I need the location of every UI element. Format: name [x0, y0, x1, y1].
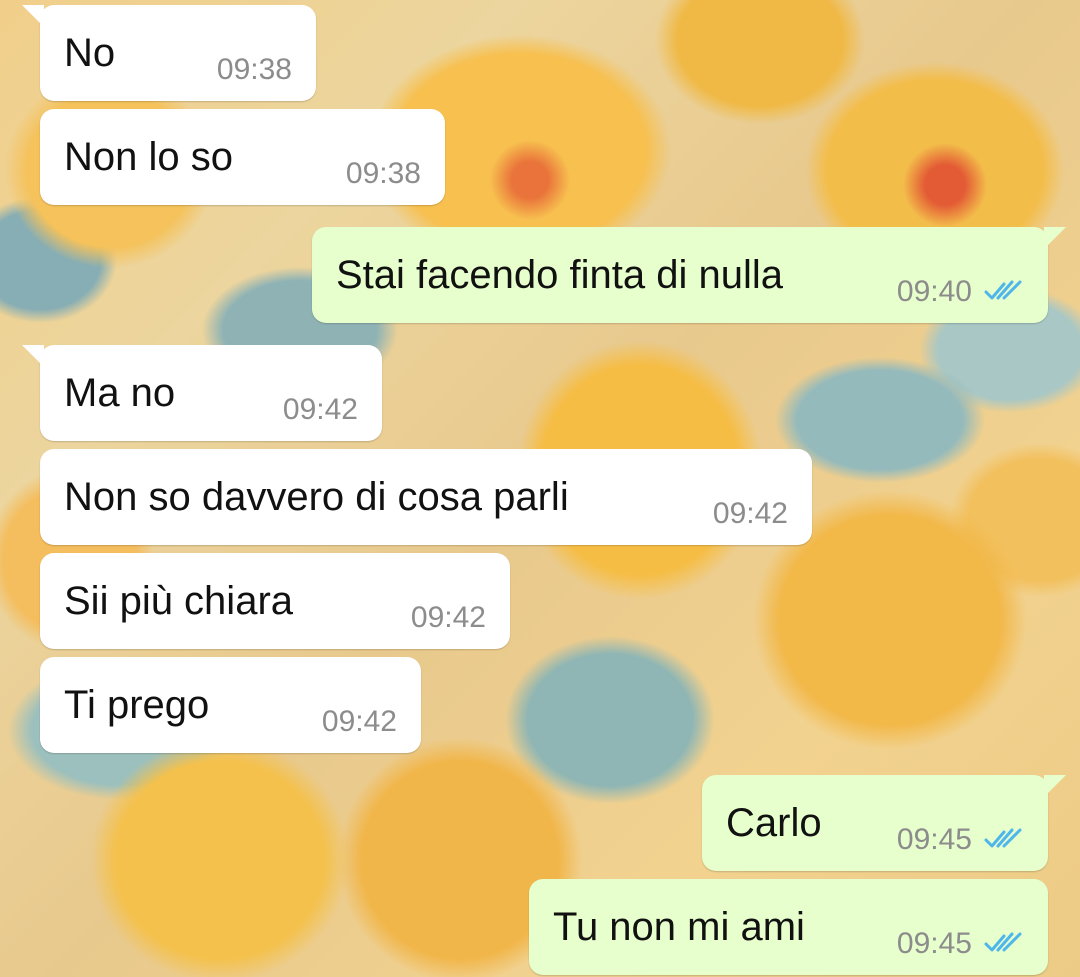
message-text: No	[64, 31, 116, 75]
bubble-tail	[22, 345, 44, 367]
message-time: 09:45	[896, 823, 972, 856]
message-bubble-outgoing[interactable]: Tu non mi ami 09:45	[529, 879, 1048, 975]
message-text: Tu non mi ami	[553, 905, 805, 949]
message-time: 09:38	[216, 53, 292, 86]
message-bubble-incoming[interactable]: Non so davvero di cosa parli 09:42	[40, 449, 812, 545]
message-text: Sii più chiara	[64, 579, 294, 623]
message-time: 09:42	[321, 705, 397, 738]
double-check-icon	[984, 932, 1022, 952]
message-bubble-incoming[interactable]: Ma no 09:42	[22, 345, 382, 441]
message-time: 09:42	[282, 393, 358, 426]
message-bubble-incoming[interactable]: Ti prego 09:42	[40, 657, 421, 753]
message-text: Non lo so	[64, 135, 233, 179]
message-text: Non so davvero di cosa parli	[64, 475, 569, 519]
message-bubble-outgoing[interactable]: Stai facendo finta di nulla 09:40	[312, 227, 1066, 323]
message-time: 09:42	[712, 497, 788, 530]
message-text: Stai facendo finta di nulla	[336, 253, 783, 297]
message-bubble-incoming[interactable]: No 09:38	[22, 5, 316, 101]
bubble-tail	[22, 5, 44, 27]
message-bubble-incoming[interactable]: Non lo so 09:38	[40, 109, 445, 205]
message-text: Ma no	[64, 371, 176, 415]
message-text: Carlo	[726, 801, 822, 845]
message-bubble-incoming[interactable]: Sii più chiara 09:42	[40, 553, 510, 649]
bubble-tail	[1044, 775, 1066, 797]
message-time: 09:42	[410, 601, 486, 634]
double-check-icon	[984, 280, 1022, 300]
message-time: 09:40	[896, 275, 972, 308]
message-bubble-outgoing[interactable]: Carlo 09:45	[702, 775, 1066, 871]
message-time: 09:38	[345, 157, 421, 190]
bubble-tail	[1044, 227, 1066, 249]
message-time: 09:45	[896, 927, 972, 960]
message-text: Ti prego	[64, 683, 210, 727]
double-check-icon	[984, 828, 1022, 848]
